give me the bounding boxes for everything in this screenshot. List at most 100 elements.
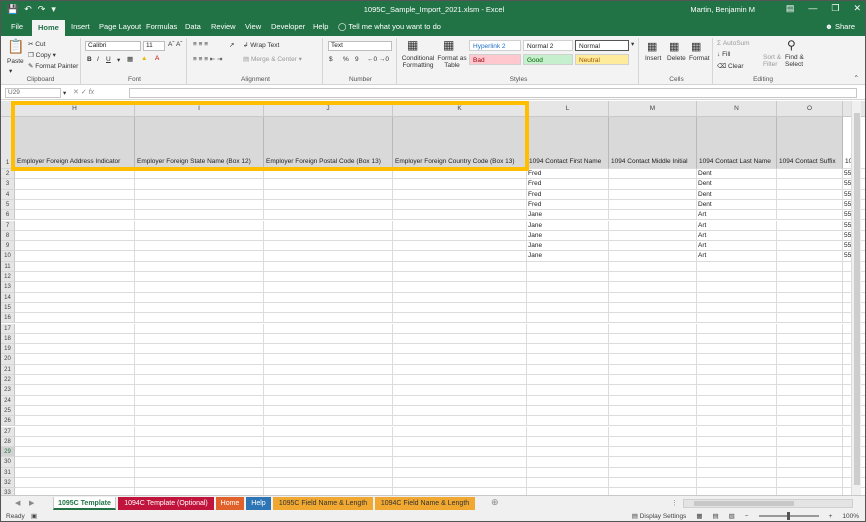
empty-cell[interactable]	[393, 313, 527, 324]
empty-cell[interactable]	[777, 467, 843, 478]
row-header[interactable]: 2	[1, 169, 15, 180]
row-header[interactable]: 6	[1, 210, 15, 221]
cancel-formula-icon[interactable]: ✕	[73, 89, 79, 96]
data-cell[interactable]	[609, 199, 697, 211]
empty-cell[interactable]	[777, 354, 843, 365]
tab-split-handle-icon[interactable]: ⋮	[671, 499, 678, 507]
empty-cell[interactable]	[135, 323, 264, 334]
tab-insert[interactable]: Insert	[71, 22, 90, 31]
zoom-slider-knob[interactable]	[786, 512, 790, 520]
data-cell[interactable]	[15, 210, 135, 221]
empty-cell[interactable]	[135, 344, 264, 355]
empty-cell[interactable]	[609, 364, 697, 375]
conditional-formatting-button[interactable]: Conditional Formatting	[400, 55, 436, 69]
empty-cell[interactable]	[609, 313, 697, 324]
column-header[interactable]: I	[135, 101, 264, 117]
cell-style-2[interactable]: Normal	[575, 40, 629, 51]
row-header[interactable]: 17	[1, 323, 15, 334]
row-header[interactable]: 21	[1, 364, 15, 375]
empty-cell[interactable]	[393, 457, 527, 468]
data-cell[interactable]	[135, 189, 264, 200]
data-cell[interactable]	[393, 169, 527, 180]
page-layout-view-icon[interactable]: ▤	[712, 512, 718, 520]
row-header[interactable]: 16	[1, 313, 15, 324]
share-button[interactable]: ☻ Share	[825, 22, 855, 31]
number-format-select[interactable]: Text	[328, 41, 392, 51]
data-cell[interactable]	[609, 179, 697, 190]
data-cell[interactable]	[264, 251, 393, 262]
cell-style-3[interactable]: Bad	[469, 54, 521, 65]
empty-cell[interactable]	[264, 313, 393, 324]
empty-cell[interactable]	[15, 272, 135, 283]
empty-cell[interactable]	[777, 364, 843, 375]
align-top-icon[interactable]: ≡ ≡ ≡	[193, 41, 208, 48]
data-cell[interactable]	[264, 189, 393, 200]
empty-cell[interactable]	[777, 302, 843, 314]
row-header[interactable]: 11	[1, 261, 15, 272]
zoom-out-icon[interactable]: −	[745, 513, 749, 520]
scroll-sheets-left-icon[interactable]: ◀	[15, 499, 20, 507]
data-cell[interactable]	[135, 210, 264, 221]
collapse-ribbon-icon[interactable]: ⌃	[854, 74, 859, 82]
data-cell[interactable]	[393, 220, 527, 231]
empty-cell[interactable]	[777, 282, 843, 293]
column-header[interactable]: N	[697, 101, 777, 117]
empty-cell[interactable]	[393, 395, 527, 406]
data-cell[interactable]: Fred	[527, 199, 609, 211]
row-header[interactable]: 13	[1, 282, 15, 293]
empty-cell[interactable]	[393, 323, 527, 334]
fx-icon[interactable]: fx	[89, 89, 94, 96]
empty-cell[interactable]	[697, 333, 777, 345]
cell-style-5[interactable]: Neutral	[575, 54, 629, 65]
paste-dropdown-icon[interactable]: ▾	[9, 67, 12, 75]
empty-cell[interactable]	[609, 416, 697, 427]
empty-cell[interactable]	[527, 395, 609, 406]
font-color-icon[interactable]: A	[155, 55, 159, 62]
new-sheet-icon[interactable]: ⊕	[491, 497, 499, 508]
sheet-tab[interactable]: 1094C Field Name & Length	[375, 497, 475, 510]
empty-cell[interactable]	[777, 416, 843, 427]
empty-cell[interactable]	[264, 272, 393, 283]
data-cell[interactable]	[135, 230, 264, 242]
empty-cell[interactable]	[135, 426, 264, 437]
data-cell[interactable]	[264, 220, 393, 231]
delete-cells-button[interactable]: Delete	[667, 55, 686, 62]
cut-button[interactable]: ✂ Cut	[28, 40, 45, 48]
data-cell[interactable]: Fred	[527, 179, 609, 190]
data-cell[interactable]: Jane	[527, 220, 609, 231]
format-cells-button[interactable]: Format	[689, 55, 710, 62]
zoom-slider[interactable]	[758, 512, 819, 520]
empty-cell[interactable]	[697, 282, 777, 293]
empty-cell[interactable]	[393, 364, 527, 375]
data-cell[interactable]	[393, 179, 527, 190]
zoom-in-icon[interactable]: +	[829, 513, 833, 520]
empty-cell[interactable]	[393, 478, 527, 489]
fill-button[interactable]: ↓ Fill	[717, 51, 730, 58]
data-cell[interactable]	[609, 169, 697, 180]
row-header[interactable]: 29	[1, 447, 15, 458]
empty-cell[interactable]	[393, 344, 527, 355]
data-cell[interactable]: Jane	[527, 210, 609, 221]
data-cell[interactable]	[609, 241, 697, 252]
display-settings-button[interactable]: ▤ Display Settings	[632, 512, 687, 520]
empty-cell[interactable]	[135, 313, 264, 324]
header-cell[interactable]: 1094 Contact First Name	[527, 117, 609, 169]
header-cell[interactable]: 1094 Contact Suffix	[777, 117, 843, 169]
empty-cell[interactable]	[697, 344, 777, 355]
data-cell[interactable]	[777, 220, 843, 231]
empty-cell[interactable]	[609, 354, 697, 365]
empty-cell[interactable]	[777, 395, 843, 406]
data-cell[interactable]: Art	[697, 210, 777, 221]
empty-cell[interactable]	[527, 354, 609, 365]
tab-file[interactable]: File	[11, 22, 23, 31]
empty-cell[interactable]	[393, 272, 527, 283]
format-painter-button[interactable]: ✎ Format Painter	[28, 62, 78, 70]
empty-cell[interactable]	[15, 436, 135, 448]
empty-cell[interactable]	[609, 385, 697, 396]
row-header[interactable]: 30	[1, 457, 15, 468]
row-header[interactable]: 25	[1, 405, 15, 417]
row-header[interactable]: 7	[1, 220, 15, 231]
copy-button[interactable]: ❐ Copy ▾	[28, 51, 56, 59]
empty-cell[interactable]	[264, 416, 393, 427]
sheet-tab[interactable]: 1095C Template	[53, 497, 116, 510]
